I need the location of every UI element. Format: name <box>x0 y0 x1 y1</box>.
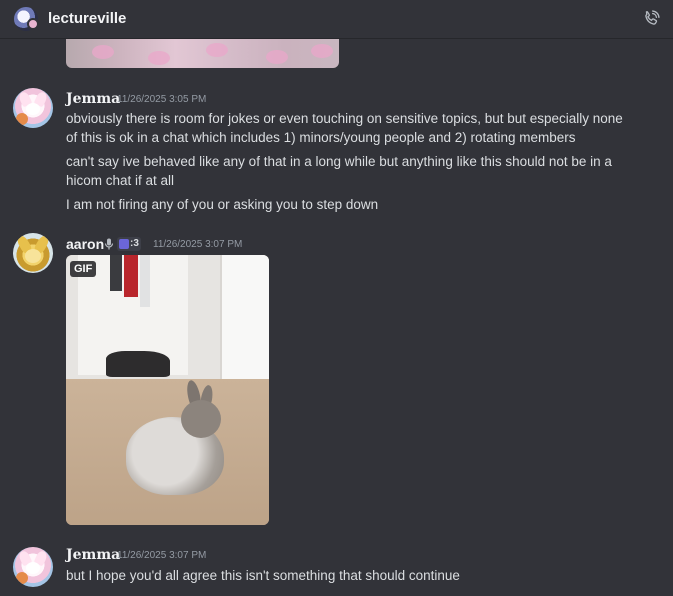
message-text: hicom chat if at all <box>66 173 175 188</box>
message-text: I am not firing any of you or asking you… <box>66 197 379 212</box>
message-timestamp: 11/26/2025 3:07 PM <box>117 550 207 561</box>
message-text: obviously there is room for jokes or eve… <box>66 111 623 126</box>
phone-call-icon[interactable] <box>641 9 661 29</box>
microphone-icon <box>104 238 114 250</box>
server-avatar-icon[interactable] <box>14 7 39 31</box>
guild-tag-text: :3 <box>130 238 139 249</box>
message-text: of this is ok in a chat which includes 1… <box>66 130 576 145</box>
user-avatar[interactable] <box>13 547 53 587</box>
message-author[interactable]: Jemma <box>66 547 120 563</box>
cat-icon <box>119 239 129 249</box>
status-dot <box>27 18 39 30</box>
message-text: can't say ive behaved like any of that i… <box>66 154 612 169</box>
guild-tag-badge[interactable]: :3 <box>117 237 141 251</box>
message-timestamp: 11/26/2025 3:07 PM <box>153 239 243 250</box>
user-avatar[interactable] <box>13 233 53 273</box>
message-text: but I hope you'd all agree this isn't so… <box>66 568 460 583</box>
channel-title[interactable]: lectureville <box>48 10 126 27</box>
user-avatar[interactable] <box>13 88 53 128</box>
previous-attachment-image[interactable] <box>66 39 339 68</box>
channel-header: lectureville <box>0 0 673 39</box>
message-timestamp: 11/26/2025 3:05 PM <box>117 94 207 105</box>
message-author[interactable]: Jemma <box>66 91 120 107</box>
gif-attachment[interactable]: GIF <box>66 255 269 525</box>
message-author[interactable]: aaron <box>66 236 104 252</box>
gif-badge: GIF <box>70 261 97 277</box>
